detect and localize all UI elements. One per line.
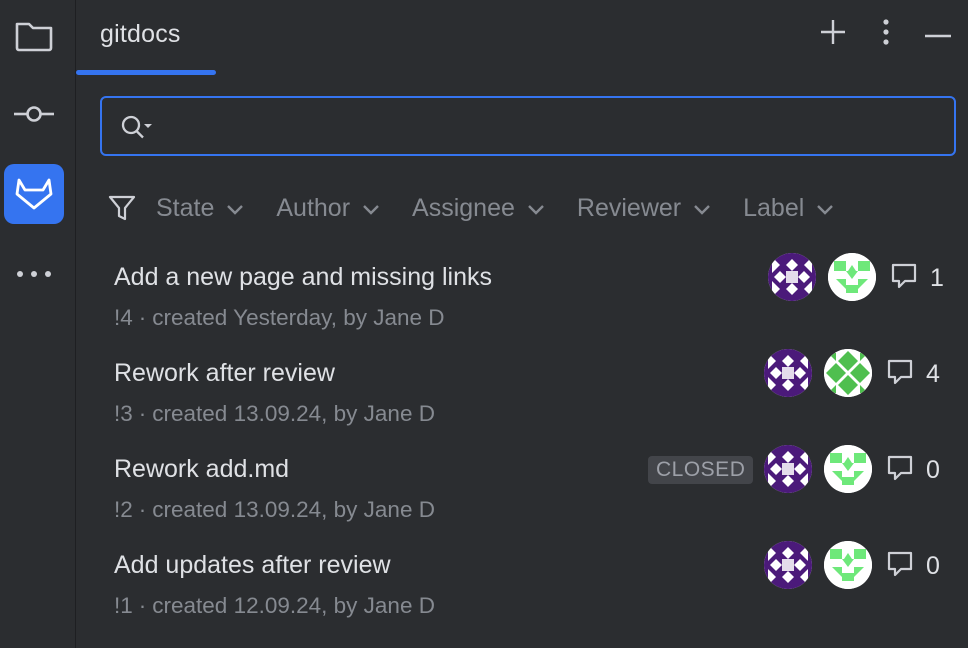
- comments-count: 4: [926, 360, 940, 388]
- comment-icon: [886, 358, 914, 391]
- more-tools-button[interactable]: [4, 244, 64, 304]
- chevron-down-icon: [816, 194, 834, 223]
- filter-label: Reviewer: [576, 193, 682, 222]
- filter-label: Label: [743, 193, 805, 222]
- filter-reviewer[interactable]: Reviewer: [577, 194, 711, 223]
- comments-count: 0: [926, 552, 940, 580]
- comment-icon: [886, 550, 914, 583]
- gitlab-merge-requests-panel: gitdocs State Author Assignee Reviewer L…: [0, 0, 968, 648]
- comments-counter: 0: [886, 550, 940, 583]
- merge-request-title: Add a new page and missing links: [114, 263, 493, 291]
- list-item[interactable]: Add updates after review !1 · created 12.0…: [76, 537, 968, 633]
- merge-request-number: !2: [114, 497, 133, 522]
- tool-window-header: gitdocs: [76, 0, 968, 76]
- comment-icon: [890, 262, 918, 295]
- author-avatar: [768, 253, 816, 301]
- author-avatar: [764, 541, 812, 589]
- merge-request-meta: !4 · created Yesterday, by Jane D: [114, 305, 445, 330]
- merge-request-number: !1: [114, 593, 133, 618]
- commit-icon: [12, 102, 56, 126]
- chevron-down-icon: [527, 194, 545, 223]
- comments-counter: 1: [890, 262, 944, 295]
- reviewer-avatar: [824, 541, 872, 589]
- gitlab-tool-button[interactable]: [4, 164, 64, 224]
- comment-icon: [886, 454, 914, 487]
- status-badge: CLOSED: [648, 456, 754, 484]
- chevron-down-icon: [362, 194, 380, 223]
- plus-icon: [819, 18, 847, 51]
- merge-request-title: Rework add.md: [114, 455, 290, 483]
- filter-author[interactable]: Author: [276, 194, 380, 223]
- reviewer-avatar: [828, 253, 876, 301]
- commit-tool-button[interactable]: [4, 84, 64, 144]
- chevron-down-icon: [226, 194, 244, 223]
- filter-assignee[interactable]: Assignee: [412, 194, 545, 223]
- merge-request-meta: !1 · created 12.09.24, by Jane D: [114, 593, 435, 618]
- merge-request-created: created 13.09.24, by Jane D: [152, 497, 435, 522]
- merge-request-meta: !2 · created 13.09.24, by Jane D: [114, 497, 435, 522]
- list-item[interactable]: Rework after review !3 · created 13.09.24,…: [76, 345, 968, 441]
- minimize-icon: [924, 25, 952, 43]
- more-vertical-icon: [882, 18, 890, 51]
- merge-request-created: created 12.09.24, by Jane D: [152, 593, 435, 618]
- merge-request-created: created Yesterday, by Jane D: [152, 305, 445, 330]
- merge-request-meta: !3 · created 13.09.24, by Jane D: [114, 401, 435, 426]
- author-avatar: [764, 349, 812, 397]
- filter-state[interactable]: State: [156, 194, 244, 223]
- filter-label[interactable]: Label: [743, 194, 834, 223]
- filter-label: Assignee: [412, 193, 515, 222]
- tab-gitdocs[interactable]: gitdocs: [100, 20, 181, 49]
- reviewer-avatar: [824, 445, 872, 493]
- more-horizontal-icon: [16, 270, 52, 278]
- list-item[interactable]: Add a new page and missing links !4 · crea…: [76, 249, 968, 345]
- merge-request-title: Rework after review: [114, 359, 335, 387]
- comments-counter: 0: [886, 454, 940, 487]
- comments-count: 1: [930, 264, 944, 292]
- merge-request-created: created 13.09.24, by Jane D: [152, 401, 435, 426]
- tab-selected-indicator: [76, 70, 216, 75]
- author-avatar: [764, 445, 812, 493]
- search-input[interactable]: [164, 108, 934, 144]
- minimize-button[interactable]: [922, 18, 954, 50]
- list-item[interactable]: Rework add.md !2 · created 13.09.24, by Ja…: [76, 441, 968, 537]
- filter-label: Author: [276, 193, 351, 222]
- reviewer-avatar: [824, 349, 872, 397]
- search-field[interactable]: [100, 96, 956, 156]
- comments-counter: 4: [886, 358, 940, 391]
- merge-request-title: Add updates after review: [114, 551, 391, 579]
- gitlab-icon: [15, 176, 53, 212]
- project-tool-button[interactable]: [4, 6, 64, 66]
- folder-icon: [14, 19, 54, 53]
- merge-request-number: !4: [114, 305, 133, 330]
- options-button[interactable]: [870, 18, 902, 50]
- add-button[interactable]: [817, 18, 849, 50]
- filter-icon: [108, 193, 138, 223]
- filter-bar: State Author Assignee Reviewer Label: [108, 186, 866, 230]
- filter-label: State: [156, 193, 215, 222]
- merge-request-number: !3: [114, 401, 133, 426]
- tool-window-strip: [0, 0, 76, 648]
- comments-count: 0: [926, 456, 940, 484]
- chevron-down-icon: [693, 194, 711, 223]
